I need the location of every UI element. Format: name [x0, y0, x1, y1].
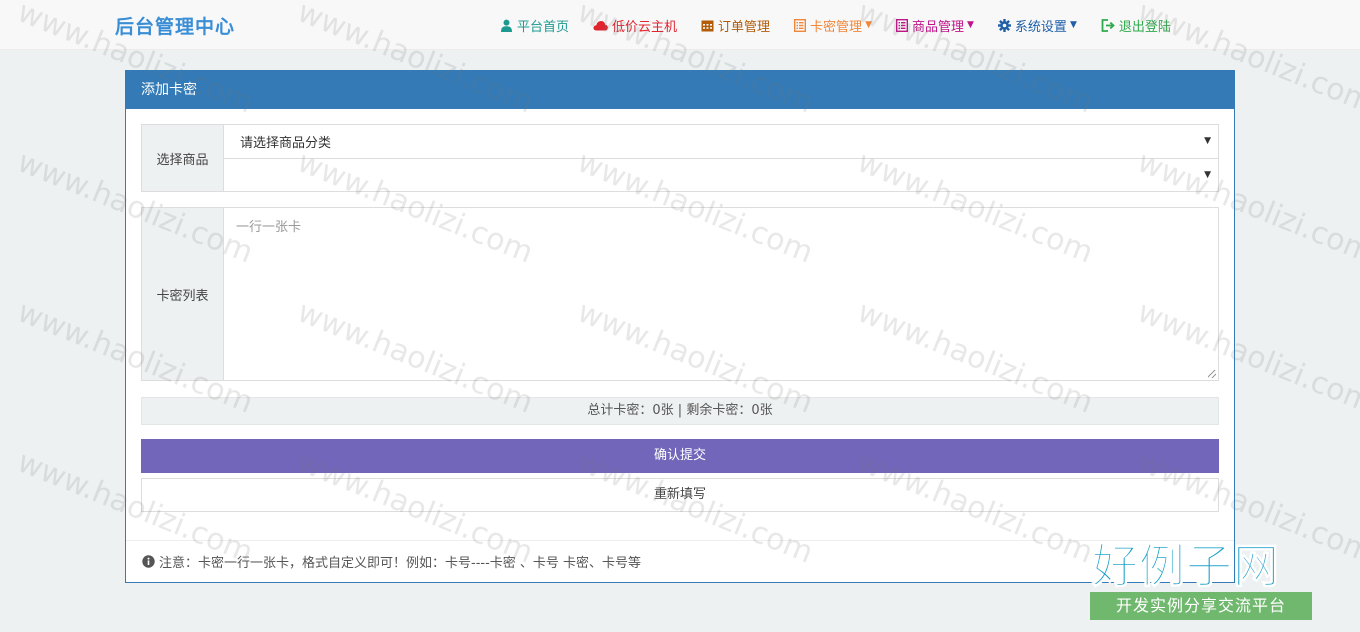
product-selects: 请选择商品分类 ▼ ▼: [224, 125, 1218, 191]
nav-item-logout[interactable]: 退出登陆: [1101, 16, 1171, 35]
nav-label: 订单管理: [718, 19, 771, 35]
list-icon: [794, 18, 807, 32]
nav-item-cloud-host[interactable]: 低价云主机: [593, 16, 677, 35]
dropdown-arrow-icon: ▼: [1204, 136, 1211, 147]
resize-handle-icon[interactable]: [1208, 370, 1216, 378]
note-text: 注意：卡密一行一张卡，格式自定义即可！例如：卡号----卡密 、卡号 卡密、卡号…: [159, 556, 642, 571]
reset-button[interactable]: 重新填写: [141, 478, 1219, 512]
top-navbar: 后台管理中心 平台首页 低价云主机 订单管理 卡密管理 ▼ 商品管理 ▼ 系统设…: [0, 0, 1360, 50]
logout-icon: [1101, 18, 1115, 32]
caret-down-icon: ▼: [967, 20, 974, 30]
cards-label: 卡密列表: [142, 208, 224, 380]
nav-label: 低价云主机: [612, 19, 678, 35]
nav-item-orders[interactable]: 订单管理: [701, 16, 770, 35]
dropdown-arrow-icon: ▼: [1204, 169, 1211, 180]
user-icon: [500, 19, 513, 32]
site-logo: 好例子网 开发实例分享交流平台: [1088, 530, 1313, 622]
product-select-group: 选择商品 请选择商品分类 ▼ ▼: [141, 124, 1219, 192]
nav-item-product-management[interactable]: 商品管理 ▼: [895, 16, 974, 35]
logo-title: 好例子网: [1092, 539, 1280, 594]
nav-item-home[interactable]: 平台首页: [500, 16, 569, 35]
cloud-icon: [593, 20, 608, 31]
nav-label: 系统设置: [1014, 19, 1067, 35]
nav-label: 退出登陆: [1118, 19, 1171, 35]
nav-label: 平台首页: [517, 19, 570, 35]
list-icon: [895, 18, 908, 32]
nav-item-card-management[interactable]: 卡密管理 ▼: [794, 16, 872, 35]
gear-icon: [997, 18, 1011, 32]
product-label: 选择商品: [142, 125, 224, 191]
cards-textarea[interactable]: [224, 208, 1218, 380]
nav-label: 商品管理: [911, 19, 964, 35]
panel-title: 添加卡密: [126, 71, 1234, 109]
brand-title[interactable]: 后台管理中心: [115, 12, 235, 39]
main-nav: 平台首页 低价云主机 订单管理 卡密管理 ▼ 商品管理 ▼ 系统设置 ▼ 退出登…: [500, 0, 1195, 50]
nav-label: 卡密管理: [810, 19, 863, 35]
logo-subtitle: 开发实例分享交流平台: [1090, 592, 1312, 620]
card-stats: 总计卡密：0张 | 剩余卡密：0张: [141, 397, 1219, 425]
panel-footer: 注意：卡密一行一张卡，格式自定义即可！例如：卡号----卡密 、卡号 卡密、卡号…: [126, 540, 1234, 582]
caret-down-icon: ▼: [865, 20, 872, 30]
caret-down-icon: ▼: [1069, 20, 1077, 30]
cards-group: 卡密列表: [141, 207, 1219, 381]
product-select[interactable]: ▼: [224, 157, 1218, 191]
info-icon: [142, 555, 155, 568]
add-card-panel: 添加卡密 选择商品 请选择商品分类 ▼ ▼ 卡密列表 总计卡密：0张 | 剩余卡…: [125, 70, 1235, 583]
nav-item-system-settings[interactable]: 系统设置 ▼: [997, 16, 1077, 35]
calendar-icon: [701, 19, 714, 32]
submit-button[interactable]: 确认提交: [141, 439, 1219, 473]
category-select[interactable]: 请选择商品分类 ▼: [224, 125, 1218, 158]
category-select-value: 请选择商品分类: [240, 135, 332, 151]
